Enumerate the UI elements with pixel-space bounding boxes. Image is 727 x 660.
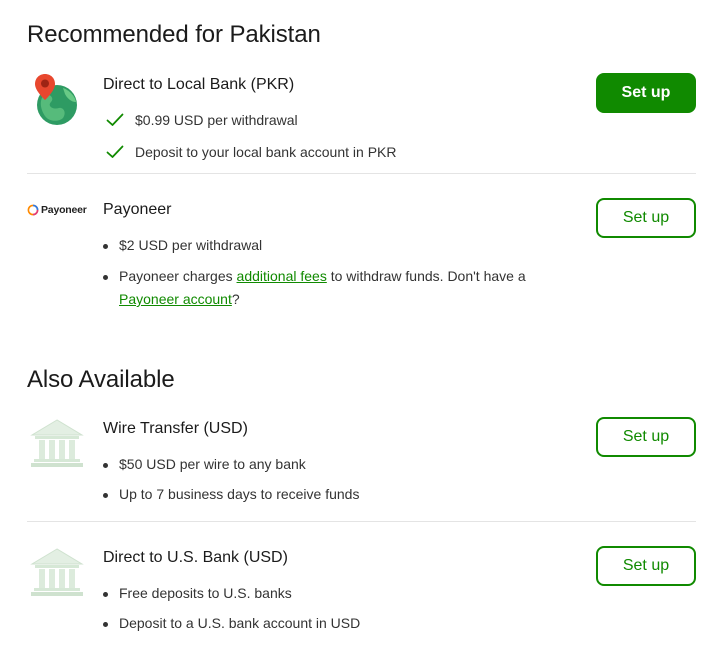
method-us-bank-usd: Direct to U.S. Bank (USD) Free deposits … xyxy=(27,546,696,638)
set-up-button[interactable]: Set up xyxy=(596,546,696,586)
set-up-button[interactable]: Set up xyxy=(596,417,696,457)
also-available-section-title: Also Available xyxy=(27,366,175,393)
method-local-bank-pkr: Direct to Local Bank (PKR) $0.99 USD per… xyxy=(27,72,696,165)
feature-text: $2 USD per withdrawal xyxy=(119,237,263,253)
payoneer-account-link[interactable]: Payoneer account xyxy=(119,291,232,307)
divider xyxy=(27,173,696,174)
payoneer-logo: Payoneer xyxy=(27,204,87,216)
set-up-button[interactable]: Set up xyxy=(596,198,696,238)
method-payoneer: Payoneer Payoneer $2 USD per withdrawal … xyxy=(27,198,696,315)
feature-text: $50 USD per wire to any bank xyxy=(119,456,306,472)
method-name: Direct to U.S. Bank (USD) xyxy=(103,549,288,566)
bullet-icon xyxy=(103,622,108,627)
method-wire-transfer-usd: Wire Transfer (USD) $50 USD per wire to … xyxy=(27,417,696,509)
feature-note: Payoneer charges additional fees to with… xyxy=(119,268,526,284)
set-up-button[interactable]: Set up xyxy=(596,73,696,113)
bullet-icon xyxy=(103,592,108,597)
bank-building-icon xyxy=(29,548,85,603)
checkmark-icon xyxy=(106,145,124,162)
payoneer-ring-icon xyxy=(27,204,39,216)
feature-text: $0.99 USD per withdrawal xyxy=(135,112,298,128)
note-text: Payoneer charges xyxy=(119,268,237,284)
feature-text: Deposit to a U.S. bank account in USD xyxy=(119,615,361,631)
globe-map-pin-icon xyxy=(33,72,79,133)
feature-text: Free deposits to U.S. banks xyxy=(119,585,292,601)
divider xyxy=(27,521,696,522)
withdrawal-methods-page: Recommended for Pakistan Direct to Local… xyxy=(0,0,727,660)
bullet-icon xyxy=(103,463,108,468)
bullet-icon xyxy=(103,275,108,280)
note-text: to withdraw funds. Don't have a xyxy=(326,268,526,284)
recommended-section-title: Recommended for Pakistan xyxy=(27,21,321,48)
bank-building-icon xyxy=(29,419,85,474)
method-name: Payoneer xyxy=(103,201,172,218)
bullet-icon xyxy=(103,493,108,498)
feature-note-continued: Payoneer account? xyxy=(119,291,240,307)
feature-text: Deposit to your local bank account in PK… xyxy=(135,144,397,160)
method-name: Direct to Local Bank (PKR) xyxy=(103,76,295,93)
payoneer-logo-text: Payoneer xyxy=(41,204,87,216)
checkmark-icon xyxy=(106,113,124,130)
method-name: Wire Transfer (USD) xyxy=(103,420,248,437)
feature-text: Up to 7 business days to receive funds xyxy=(119,486,360,502)
note-text: ? xyxy=(231,291,240,307)
additional-fees-link[interactable]: additional fees xyxy=(237,268,327,284)
bullet-icon xyxy=(103,244,108,249)
